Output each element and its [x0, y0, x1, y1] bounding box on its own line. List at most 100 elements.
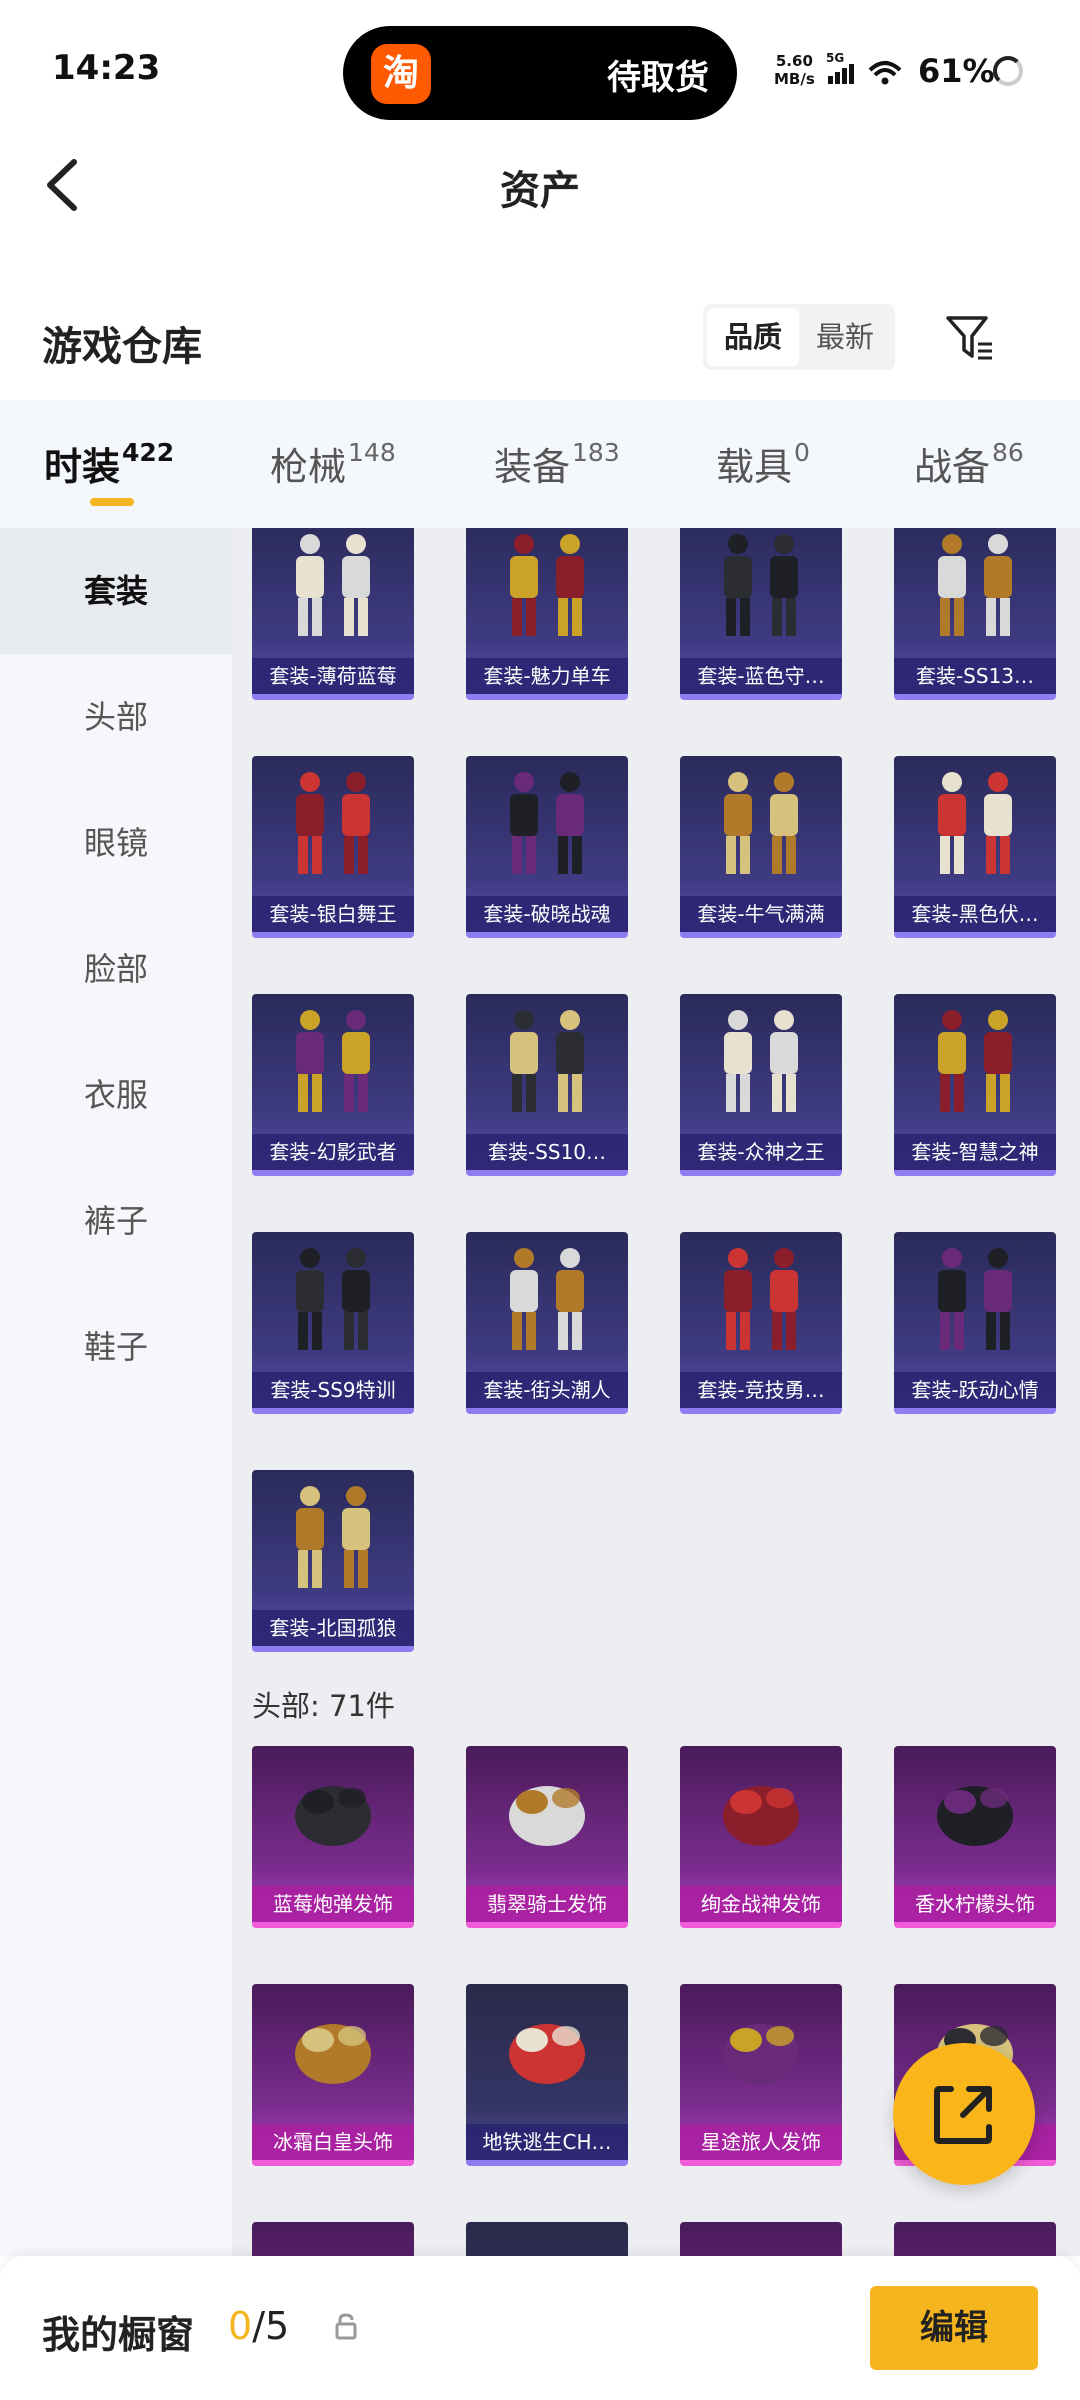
- outfit-image: [510, 1248, 584, 1350]
- outfit-image: [296, 772, 370, 874]
- head-item-card[interactable]: 绚金战神发饰: [680, 1746, 842, 1928]
- item-name: 套装-黑色伏…: [894, 896, 1056, 932]
- head-item-card[interactable]: [680, 2222, 842, 2256]
- outfit-image: [510, 534, 584, 636]
- item-name: 套装-北国孤狼: [252, 1610, 414, 1646]
- head-item-card[interactable]: 翡翠骑士发饰: [466, 1746, 628, 1928]
- sidebar-item-suits[interactable]: 套装: [0, 528, 232, 654]
- suit-item-card[interactable]: 套装-黑色伏…: [894, 756, 1056, 938]
- sort-quality-option[interactable]: 品质: [707, 308, 799, 366]
- suit-item-card[interactable]: 套装-跃动心情: [894, 1232, 1056, 1414]
- suit-item-card[interactable]: 套装-街头潮人: [466, 1232, 628, 1414]
- suit-item-card[interactable]: 套装-SS9特训: [252, 1232, 414, 1414]
- outfit-image: [296, 1010, 370, 1112]
- status-time: 14:23: [52, 48, 161, 88]
- tab-label: 载具: [716, 445, 793, 489]
- share-fab-button[interactable]: [893, 2043, 1035, 2185]
- item-name: 冰霜白皇头饰: [252, 2124, 414, 2160]
- tab-count: 148: [348, 438, 396, 467]
- outfit-image: [510, 1010, 584, 1112]
- active-tab-indicator: [90, 498, 134, 506]
- battery-percent: 61%: [918, 52, 995, 90]
- item-name: 蓝莓炮弹发饰: [252, 1886, 414, 1922]
- tab-label: 战备: [914, 445, 991, 489]
- item-name: 星途旅人发饰: [680, 2124, 842, 2160]
- head-section-title: 头部: 71件: [252, 1689, 395, 1723]
- sidebar-item-glasses[interactable]: 眼镜: [0, 780, 232, 906]
- showcase-count-current: 0: [228, 2304, 253, 2348]
- sidebar-item-clothes[interactable]: 衣服: [0, 1032, 232, 1158]
- item-name: 套装-牛气满满: [680, 896, 842, 932]
- suit-item-card[interactable]: 套装-SS10…: [466, 994, 628, 1176]
- head-item-card[interactable]: 星途旅人发饰: [680, 1984, 842, 2166]
- outfit-image: [724, 1248, 798, 1350]
- network-speed-unit: MB/s: [774, 70, 815, 88]
- sidebar-item-pants[interactable]: 裤子: [0, 1158, 232, 1284]
- item-name: 地铁逃生CH…: [466, 2124, 628, 2160]
- suit-item-card[interactable]: 套装-破晓战魂: [466, 756, 628, 938]
- suit-item-card[interactable]: 套装-薄荷蓝莓: [252, 528, 414, 700]
- suit-item-card[interactable]: 套装-智慧之神: [894, 994, 1056, 1176]
- tab-vehicles[interactable]: 载具0: [716, 436, 810, 491]
- tab-fashion[interactable]: 时装422: [44, 436, 174, 491]
- warehouse-title: 游戏仓库: [42, 324, 202, 370]
- sort-toggle: 品质 最新: [703, 304, 895, 370]
- headwear-image: [509, 2024, 585, 2084]
- outfit-image: [296, 534, 370, 636]
- tab-count: 0: [794, 438, 810, 467]
- sidebar-item-head[interactable]: 头部: [0, 654, 232, 780]
- sidebar-item-shoes[interactable]: 鞋子: [0, 1284, 232, 1410]
- tab-count: 422: [122, 438, 175, 467]
- filter-icon: [946, 316, 992, 360]
- outfit-image: [296, 1486, 370, 1588]
- head-item-card[interactable]: 冰霜白皇头饰: [252, 1984, 414, 2166]
- tab-equipment[interactable]: 装备183: [494, 436, 620, 491]
- network-speed: 5.60 MB/s: [774, 52, 815, 88]
- tab-count: 86: [992, 438, 1024, 467]
- tab-gear[interactable]: 战备86: [914, 436, 1024, 491]
- outfit-image: [938, 1248, 1012, 1350]
- head-item-card[interactable]: [252, 2222, 414, 2256]
- outfit-image: [938, 1010, 1012, 1112]
- head-item-card[interactable]: [466, 2222, 628, 2256]
- outfit-image: [938, 772, 1012, 874]
- suit-item-card[interactable]: 套装-幻影武者: [252, 994, 414, 1176]
- head-item-card[interactable]: [894, 2222, 1056, 2256]
- external-link-icon: [934, 2086, 992, 2144]
- dynamic-island[interactable]: 淘 待取货: [343, 26, 737, 120]
- outfit-image: [510, 772, 584, 874]
- suit-item-card[interactable]: 套装-蓝色守…: [680, 528, 842, 700]
- sort-newest-option[interactable]: 最新: [799, 308, 891, 366]
- item-name: 套装-SS10…: [466, 1134, 628, 1170]
- showcase-count: 0/5: [228, 2304, 289, 2348]
- bottom-bar: 我的橱窗 0/5 编辑: [0, 2256, 1080, 2400]
- sidebar-item-face[interactable]: 脸部: [0, 906, 232, 1032]
- suit-item-card[interactable]: 套装-魅力单车: [466, 528, 628, 700]
- suit-item-card[interactable]: 套装-众神之王: [680, 994, 842, 1176]
- signal-wifi-icons: 5G: [826, 50, 914, 90]
- suit-item-card[interactable]: 套装-竞技勇…: [680, 1232, 842, 1414]
- outfit-image: [938, 534, 1012, 636]
- outfit-image: [724, 1010, 798, 1112]
- tab-guns[interactable]: 枪械148: [270, 436, 396, 491]
- suit-item-card[interactable]: 套装-北国孤狼: [252, 1470, 414, 1652]
- cellular-signal-icon: 5G: [826, 51, 902, 85]
- item-name: 套装-幻影武者: [252, 1134, 414, 1170]
- filter-button[interactable]: [942, 310, 998, 366]
- tab-label: 时装: [44, 445, 121, 489]
- item-name: 套装-薄荷蓝莓: [252, 658, 414, 694]
- outfit-image: [724, 534, 798, 636]
- edit-button[interactable]: 编辑: [870, 2286, 1038, 2370]
- category-tabs: 时装422 枪械148 装备183 载具0 战备86: [0, 400, 1080, 528]
- headwear-image: [295, 2024, 371, 2084]
- item-name: 套装-街头潮人: [466, 1372, 628, 1408]
- outfit-image: [724, 772, 798, 874]
- suit-item-card[interactable]: 套装-银白舞王: [252, 756, 414, 938]
- head-item-card[interactable]: 香水柠檬头饰: [894, 1746, 1056, 1928]
- headwear-image: [937, 1786, 1013, 1846]
- item-grid-area: 套装-薄荷蓝莓 套装-魅力单车 套装-蓝色守… 套装-SS13… 套装-银白舞王 套装-破…: [232, 528, 1080, 2256]
- head-item-card[interactable]: 蓝莓炮弹发饰: [252, 1746, 414, 1928]
- suit-item-card[interactable]: 套装-SS13…: [894, 528, 1056, 700]
- suit-item-card[interactable]: 套装-牛气满满: [680, 756, 842, 938]
- head-item-card[interactable]: 地铁逃生CH…: [466, 1984, 628, 2166]
